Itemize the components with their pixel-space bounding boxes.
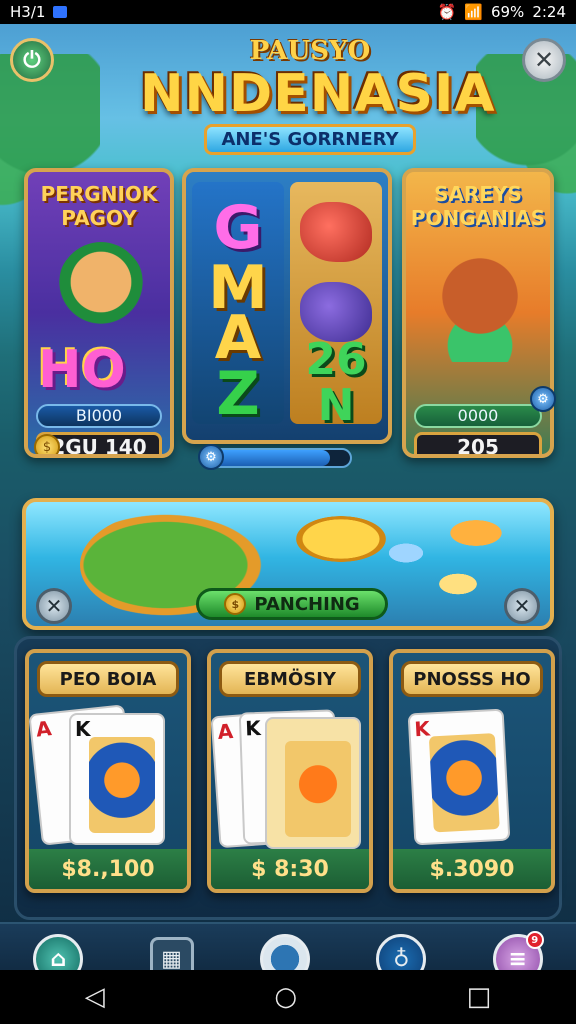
yellow-fish-image xyxy=(436,572,480,596)
card-rank: K xyxy=(244,715,262,741)
spin-button[interactable] xyxy=(259,934,310,970)
menu-icon: ≡ xyxy=(508,946,527,971)
card-table: PEO BOIA A K $8.,100 EBMÖSIY A K $ 8:30 xyxy=(14,636,562,920)
blue-fish-image xyxy=(386,542,426,564)
wifi-icon: 📶 xyxy=(464,3,483,21)
card-rank: K xyxy=(413,716,431,742)
orange-fish-image xyxy=(446,518,506,548)
slot-reel-right: 26 N xyxy=(290,182,382,431)
card-face-art xyxy=(89,737,155,833)
home-button[interactable]: ⌂ xyxy=(33,934,84,971)
poker-game-card[interactable]: PNOSSS HO K $.3090 xyxy=(389,649,555,893)
fishing-button-label: PANCHING xyxy=(254,593,360,615)
slot-progress-fill xyxy=(208,450,331,466)
notification-badge: 9 xyxy=(525,931,544,949)
poker-card-price: $ 8:30 xyxy=(211,849,369,889)
close-icon: ✕ xyxy=(533,46,555,74)
card-rank: A xyxy=(216,719,234,745)
gear-coin-icon: ⚙ xyxy=(530,386,556,412)
logo-brand-top: PAUSYO xyxy=(249,36,371,66)
card-face-art xyxy=(285,741,351,837)
notification-icon xyxy=(53,6,68,18)
slot-letter: N xyxy=(317,380,355,431)
bulb-icon: ♁ xyxy=(393,946,410,971)
back-icon[interactable]: ◁ xyxy=(85,982,105,1012)
logo-title: NNDENASIA xyxy=(140,64,496,124)
fishing-banner[interactable]: $ PANCHING ✕ ✕ xyxy=(22,498,554,630)
fishing-button[interactable]: $ PANCHING xyxy=(196,588,388,620)
poker-game-card[interactable]: PEO BOIA A K $8.,100 xyxy=(25,649,191,893)
status-bar: H3/1 ⏰ 📶 69% 2:24 xyxy=(0,0,576,24)
close-button[interactable]: ✕ xyxy=(522,38,566,82)
coin-icon: $ xyxy=(34,434,60,454)
playing-card: K xyxy=(69,713,165,845)
card-title: SAREYS PONGANIAS xyxy=(410,182,546,230)
card-score: BI000 xyxy=(36,404,162,428)
home-icon: ⌂ xyxy=(50,946,67,971)
android-navigation-bar: ◁ ○ □ xyxy=(0,970,576,1024)
slot-machine-card[interactable]: G M A Z 26 N xyxy=(182,168,392,444)
building-button[interactable]: ▦ xyxy=(149,937,194,971)
poker-game-card[interactable]: EBMÖSIY A K $ 8:30 xyxy=(207,649,373,893)
status-time-right: 2:24 xyxy=(532,3,566,21)
close-icon: ✕ xyxy=(513,594,531,618)
power-icon: ⏻ xyxy=(23,47,41,73)
yellow-fish-image xyxy=(296,516,386,562)
slot-reel-left: G M A Z xyxy=(192,182,284,429)
building-icon: ▦ xyxy=(161,946,182,971)
close-left-button[interactable]: ✕ xyxy=(36,588,72,624)
battery-text: 69% xyxy=(490,3,525,21)
card-title: PERGNIOK PAGOY xyxy=(40,182,158,230)
close-icon: ✕ xyxy=(45,594,63,618)
card-big-word: HO xyxy=(38,340,126,400)
game-logo: PAUSYO NNDENASIA ANE'S GORRNERY xyxy=(140,36,496,166)
alarm-icon: ⏰ xyxy=(437,3,457,21)
poker-card-price: $8.,100 xyxy=(29,849,187,889)
coin-icon: $ xyxy=(224,593,247,615)
game-screen: ⏻ ✕ PAUSYO NNDENASIA ANE'S GORRNERY PERG… xyxy=(0,24,576,970)
dino-character-image xyxy=(430,252,530,362)
logo-banner: ANE'S GORRNERY xyxy=(204,124,416,155)
poker-card-title: PEO BOIA xyxy=(37,661,179,697)
poker-card-title: EBMÖSIY xyxy=(219,661,361,697)
recents-icon[interactable]: □ xyxy=(467,982,492,1012)
card-rank: K xyxy=(75,717,91,741)
card-score: 0000 xyxy=(414,404,542,428)
game-card-left[interactable]: PERGNIOK PAGOY HO BI000 2GU 140 $ xyxy=(24,168,174,458)
playing-card xyxy=(265,717,361,849)
card-rank: A xyxy=(34,716,53,742)
menu-button[interactable]: ≡ 9 xyxy=(492,931,544,971)
slot-letter: Z xyxy=(216,359,260,429)
boy-character-image xyxy=(56,242,146,342)
playing-card: K xyxy=(407,708,511,846)
slot-progress-bar xyxy=(206,448,352,468)
status-time-left: H3/1 xyxy=(10,3,46,21)
red-monster-image xyxy=(300,202,372,262)
poker-card-price: $.3090 xyxy=(393,849,551,889)
hint-button[interactable]: ♁ xyxy=(376,934,427,971)
game-bottom-nav: ⌂ ▦ ♁ ≡ 9 xyxy=(0,922,576,970)
power-button[interactable]: ⏻ xyxy=(10,38,54,82)
close-right-button[interactable]: ✕ xyxy=(504,588,540,624)
android-home-icon[interactable]: ○ xyxy=(274,982,297,1012)
card-face-art xyxy=(428,733,500,833)
gear-coin-icon: ⚙ xyxy=(198,444,224,470)
card-value: 205 xyxy=(414,432,542,454)
slot-letter: G xyxy=(213,193,263,263)
poker-card-title: PNOSSS HO xyxy=(401,661,543,697)
game-card-right[interactable]: SAREYS PONGANIAS 0000 205 xyxy=(402,168,554,458)
